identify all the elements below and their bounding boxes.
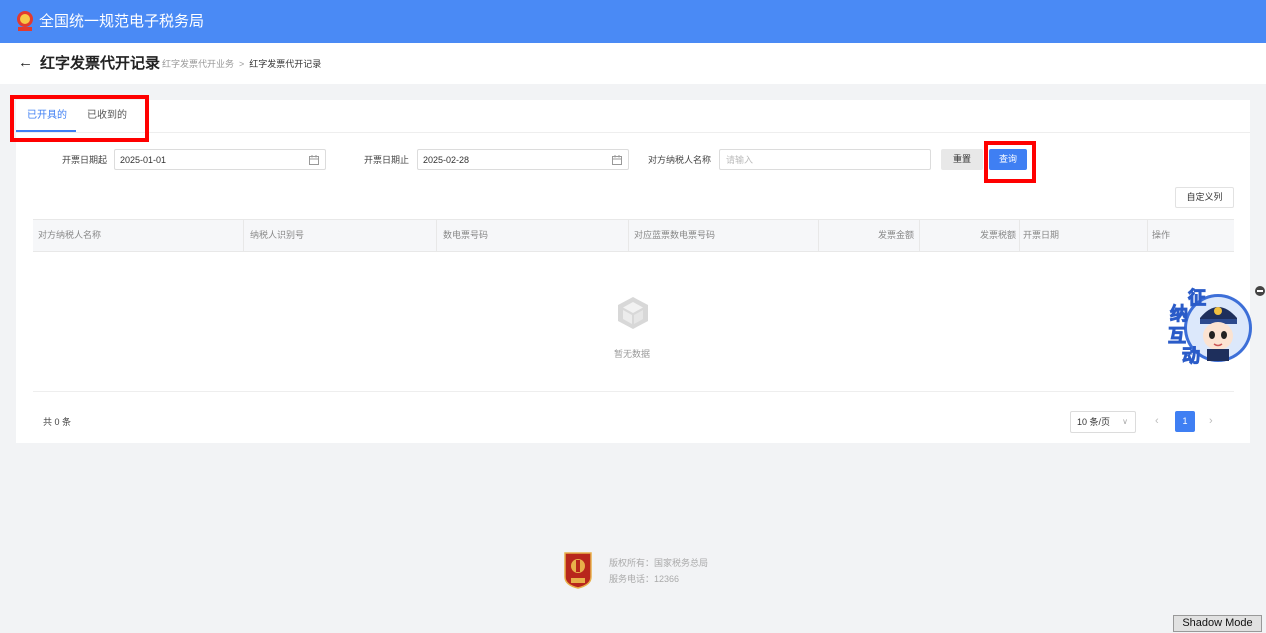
empty-state-text: 暂无数据 — [614, 349, 651, 359]
prev-page-icon[interactable]: ‹ — [1155, 414, 1159, 428]
empty-box-icon — [618, 297, 648, 329]
party-name-label: 对方纳税人名称 — [648, 155, 712, 165]
end-date-picker[interactable]: 2025-02-28 — [417, 149, 629, 170]
footer-copyright: 版权所有：国家税务总局 — [609, 558, 709, 568]
highlight-box-tabs — [10, 95, 149, 142]
column-header: 纳税人识别号 — [244, 220, 437, 251]
chevron-down-icon: ∨ — [1122, 417, 1128, 426]
tab-bar: 已开具的 已收到的 — [16, 100, 1250, 133]
column-header: 数电票号码 — [437, 220, 629, 251]
breadcrumb-item-business[interactable]: 红字发票代开业务 — [162, 59, 234, 69]
calendar-icon — [309, 155, 319, 165]
column-header: 发票税额 — [920, 220, 1020, 251]
back-arrow-icon[interactable]: ← — [18, 55, 33, 71]
start-date-label: 开票日期起 — [62, 155, 108, 165]
tax-badge-logo — [564, 552, 592, 589]
breadcrumb: 红字发票代开业务 > 红字发票代开记录 — [162, 59, 321, 70]
table-header: 对方纳税人名称 纳税人识别号 数电票号码 对应蓝票数电票号码 发票金额 发票税额… — [33, 219, 1234, 252]
total-count: 共 0 条 — [43, 417, 72, 427]
top-bar: 全国统一规范电子税务局 — [0, 0, 1266, 43]
widget-char: 征 — [1188, 288, 1207, 309]
start-date-picker[interactable]: 2025-01-01 — [114, 149, 326, 170]
app-title: 全国统一规范电子税务局 — [39, 13, 205, 30]
page-number-button[interactable]: 1 — [1175, 411, 1195, 432]
start-date-value: 2025-01-01 — [120, 155, 167, 165]
end-date-label: 开票日期止 — [364, 155, 410, 165]
party-name-input[interactable] — [719, 149, 931, 170]
query-button[interactable]: 查询 — [989, 149, 1027, 170]
column-header: 对应蓝票数电票号码 — [629, 220, 819, 251]
column-header: 对方纳税人名称 — [33, 220, 244, 251]
page-size-value: 10 条/页 — [1077, 417, 1111, 427]
breadcrumb-separator: > — [239, 59, 245, 69]
column-header: 发票金额 — [819, 220, 920, 251]
shadow-mode-button[interactable]: Shadow Mode — [1173, 615, 1262, 632]
tax-emblem-icon — [17, 11, 33, 31]
column-header: 操作 — [1152, 230, 1171, 240]
interaction-widget[interactable]: 征 纳 互 动 — [1167, 282, 1253, 368]
breadcrumb-item-current: 红字发票代开记录 — [249, 59, 322, 69]
widget-char: 动 — [1182, 346, 1201, 367]
page-size-select[interactable]: 10 条/页 ∨ — [1070, 411, 1136, 433]
reset-button[interactable]: 重置 — [941, 149, 983, 170]
next-page-icon[interactable]: › — [1209, 414, 1213, 428]
calendar-icon — [612, 155, 622, 165]
column-header: 开票日期 — [1020, 220, 1148, 251]
footer-phone: 服务电话：12366 — [609, 574, 680, 584]
page-header: ← 红字发票代开记录 红字发票代开业务 > 红字发票代开记录 — [0, 43, 1266, 84]
page-title: 红字发票代开记录 — [40, 55, 161, 72]
minimize-icon[interactable] — [1255, 286, 1265, 296]
customize-columns-button[interactable]: 自定义列 — [1175, 187, 1234, 208]
end-date-value: 2025-02-28 — [423, 155, 470, 165]
table-bottom-divider — [33, 391, 1234, 392]
